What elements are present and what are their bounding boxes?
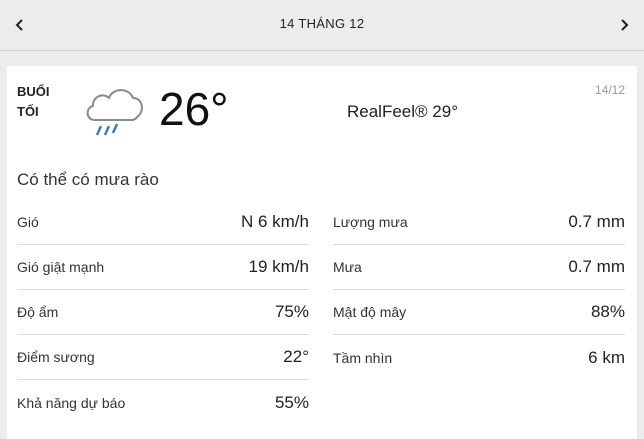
detail-value: 6 km: [588, 347, 625, 367]
card-date: 14/12: [594, 83, 625, 97]
next-day-button[interactable]: [612, 14, 636, 36]
period-label-line2: TỐI: [17, 104, 39, 119]
chevron-right-icon: [621, 19, 629, 31]
detail-value: 88%: [590, 302, 625, 321]
detail-label: Gió: [17, 214, 39, 230]
date-title: 14 THÁNG 12: [279, 16, 365, 31]
detail-value: 22°: [283, 347, 309, 366]
forecast-card: BUỔI TỐI 26° RealFeel® 29° 14/12 Có thể …: [7, 66, 637, 439]
weather-phrase: Có thể có mưa rào: [17, 170, 159, 189]
detail-value: 0.7 mm: [568, 257, 625, 276]
temperature: 26°: [159, 83, 229, 135]
realfeel-value: RealFeel® 29°: [347, 102, 458, 121]
detail-value: N 6 km/h: [240, 212, 309, 231]
detail-label: Mưa: [333, 259, 362, 275]
detail-value: 55%: [274, 392, 309, 412]
detail-value: 19 km/h: [248, 257, 309, 276]
detail-label: Lượng mưa: [333, 214, 408, 230]
detail-row-forecast-probability: Khả năng dự báo 55%: [17, 380, 309, 425]
detail-label: Gió giật mạnh: [17, 259, 105, 275]
details-right-column: Lượng mưa 0.7 mm Mưa 0.7 mm Mật độ mây 8…: [333, 200, 625, 380]
period-label: BUỔI TỐI: [17, 82, 57, 122]
detail-row-dew-point: Điểm sương 22°: [17, 335, 309, 380]
detail-row-visibility: Tầm nhìn 6 km: [333, 335, 625, 380]
detail-row-cloud-cover: Mật độ mây 88%: [333, 290, 625, 335]
detail-row-precipitation: Lượng mưa 0.7 mm: [333, 200, 625, 245]
detail-label: Khả năng dự báo: [17, 394, 126, 411]
detail-row-rain: Mưa 0.7 mm: [333, 245, 625, 290]
detail-row-wind: Gió N 6 km/h: [17, 200, 309, 245]
detail-label: Độ ẩm: [17, 304, 59, 320]
detail-label: Tầm nhìn: [333, 349, 393, 366]
details-left-column: Gió N 6 km/h Gió giật mạnh 19 km/h Độ ẩm…: [17, 200, 309, 425]
date-navigation-bar: 14 THÁNG 12: [0, 0, 644, 51]
detail-value: 75%: [274, 302, 309, 321]
cloud-rain-icon: [86, 89, 143, 136]
detail-label: Mật độ mây: [333, 304, 407, 320]
detail-label: Điểm sương: [17, 349, 95, 365]
detail-value: 0.7 mm: [568, 212, 625, 231]
period-label-line1: BUỔI: [17, 84, 50, 99]
detail-row-wind-gust: Gió giật mạnh 19 km/h: [17, 245, 309, 290]
detail-row-humidity: Độ ẩm 75%: [17, 290, 309, 335]
